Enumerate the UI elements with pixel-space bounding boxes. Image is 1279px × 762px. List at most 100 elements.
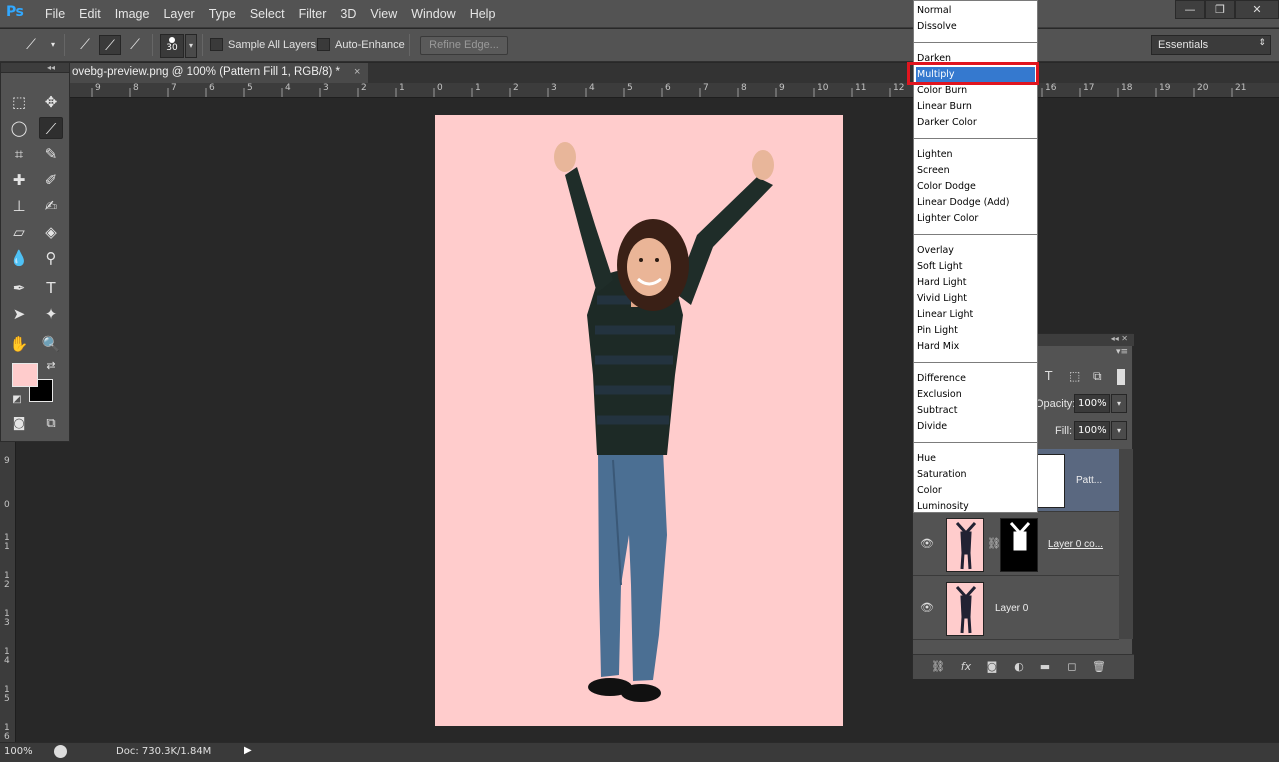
eyedropper-icon[interactable]: ✎ xyxy=(39,143,63,165)
close-tab-icon[interactable]: × xyxy=(354,66,360,83)
zoom-level[interactable]: 100% xyxy=(4,746,33,757)
blend-exclusion[interactable]: Exclusion xyxy=(916,387,1035,402)
blend-overlay[interactable]: Overlay xyxy=(916,243,1035,258)
menu-view[interactable]: View xyxy=(363,0,404,28)
crop-icon[interactable]: ⌗ xyxy=(7,143,31,165)
blend-lighten[interactable]: Lighten xyxy=(916,147,1035,162)
menu-help[interactable]: Help xyxy=(463,0,503,28)
sample-all-layers-checkbox[interactable]: Sample All Layers xyxy=(210,38,316,51)
checkbox-box[interactable] xyxy=(317,38,330,51)
blend-hard-mix[interactable]: Hard Mix xyxy=(916,339,1035,354)
zoom-icon[interactable]: 🔍 xyxy=(39,333,63,355)
swap-colors-icon[interactable]: ⇄ xyxy=(39,355,63,377)
hand-icon[interactable]: ✋ xyxy=(7,333,31,355)
rectangular-marquee-icon[interactable]: ⬚ xyxy=(7,91,31,113)
add-mask-icon[interactable]: ◙ xyxy=(984,660,1000,673)
blend-divide[interactable]: Divide xyxy=(916,419,1035,434)
foreground-color-swatch[interactable] xyxy=(12,363,38,387)
layer-row-layer-0-copy[interactable]: 👁 ⛓ Layer 0 co... xyxy=(913,513,1119,576)
visibility-eye-icon[interactable]: 👁 xyxy=(920,537,934,551)
checkbox-box[interactable] xyxy=(210,38,223,51)
blend-vivid-light[interactable]: Vivid Light xyxy=(916,291,1035,306)
screen-mode-icon[interactable]: ⧉ xyxy=(39,413,63,435)
fill-dropdown-button[interactable]: ▾ xyxy=(1111,421,1127,440)
new-layer-icon[interactable]: ◻ xyxy=(1064,660,1080,673)
layers-scrollbar[interactable] xyxy=(1119,449,1133,639)
menu-file[interactable]: File xyxy=(38,0,72,28)
blend-hard-light[interactable]: Hard Light xyxy=(916,275,1035,290)
preset-dropdown-icon[interactable]: ▾ xyxy=(42,35,64,55)
menu-type[interactable]: Type xyxy=(202,0,243,28)
blend-saturation[interactable]: Saturation xyxy=(916,467,1035,482)
close-window-button[interactable]: ✕ xyxy=(1235,0,1279,19)
brush-dropdown-button[interactable]: ▾ xyxy=(185,34,197,58)
dodge-icon[interactable]: ⚲ xyxy=(39,247,63,269)
blend-dissolve[interactable]: Dissolve xyxy=(916,19,1035,34)
blend-darker-color[interactable]: Darker Color xyxy=(916,115,1035,130)
menu-select[interactable]: Select xyxy=(243,0,292,28)
blend-lighter-color[interactable]: Lighter Color xyxy=(916,211,1035,226)
blend-screen[interactable]: Screen xyxy=(916,163,1035,178)
blend-color[interactable]: Color xyxy=(916,483,1035,498)
blend-pin-light[interactable]: Pin Light xyxy=(916,323,1035,338)
lasso-icon[interactable]: ◯ xyxy=(7,117,31,139)
menu-3d[interactable]: 3D xyxy=(333,0,363,28)
clone-stamp-icon[interactable]: ⊥ xyxy=(7,195,31,217)
tools-panel-header[interactable]: ◂◂ xyxy=(1,63,69,73)
filter-toggle-icon[interactable] xyxy=(1117,369,1125,385)
delete-layer-icon[interactable]: 🗑 xyxy=(1091,660,1107,673)
layer-mask-thumbnail[interactable] xyxy=(1000,518,1038,572)
blend-linear-dodge[interactable]: Linear Dodge (Add) xyxy=(916,195,1035,210)
restore-button[interactable]: ❐ xyxy=(1205,0,1235,19)
blend-subtract[interactable]: Subtract xyxy=(916,403,1035,418)
blend-color-dodge[interactable]: Color Dodge xyxy=(916,179,1035,194)
status-menu-arrow-icon[interactable]: ▶ xyxy=(244,745,252,756)
quick-selection-preset-icon[interactable]: ⟋ xyxy=(20,35,42,55)
blend-linear-burn[interactable]: Linear Burn xyxy=(916,99,1035,114)
refine-edge-button[interactable]: Refine Edge... xyxy=(420,36,508,55)
shape-layer-filter-icon[interactable]: ⬚ xyxy=(1069,369,1080,383)
new-group-icon[interactable]: ▬ xyxy=(1037,660,1053,673)
menu-edit[interactable]: Edit xyxy=(72,0,108,28)
move-tool-icon[interactable]: ✥ xyxy=(39,91,63,113)
eraser-icon[interactable]: ▱ xyxy=(7,221,31,243)
fill-field[interactable]: 100% xyxy=(1074,421,1110,440)
brush-size-picker[interactable]: 30 xyxy=(160,34,184,58)
document-tab[interactable]: ovebg-preview.png @ 100% (Pattern Fill 1… xyxy=(66,63,369,83)
status-info-icon[interactable] xyxy=(54,745,67,758)
visibility-eye-icon[interactable]: 👁 xyxy=(920,601,934,615)
path-selection-icon[interactable]: ➤ xyxy=(7,303,31,325)
blend-linear-light[interactable]: Linear Light xyxy=(916,307,1035,322)
opacity-dropdown-button[interactable]: ▾ xyxy=(1111,394,1127,413)
custom-shape-icon[interactable]: ✦ xyxy=(39,303,63,325)
healing-brush-icon[interactable]: ✚ xyxy=(7,169,31,191)
link-layers-icon[interactable]: ⛓ xyxy=(930,660,946,673)
new-selection-icon[interactable]: ⟋ xyxy=(74,35,96,55)
opacity-field[interactable]: 100% xyxy=(1074,394,1110,413)
menu-window[interactable]: Window xyxy=(404,0,462,28)
blend-hue[interactable]: Hue xyxy=(916,451,1035,466)
history-brush-icon[interactable]: ✍ xyxy=(39,195,63,217)
blend-difference[interactable]: Difference xyxy=(916,371,1035,386)
blend-soft-light[interactable]: Soft Light xyxy=(916,259,1035,274)
document-canvas[interactable] xyxy=(435,115,843,726)
workspace-select[interactable]: Essentials ⇕ xyxy=(1151,35,1271,55)
pen-icon[interactable]: ✒ xyxy=(7,277,31,299)
default-colors-icon[interactable]: ◩ xyxy=(5,389,29,411)
smart-object-filter-icon[interactable]: ⧉ xyxy=(1093,369,1102,384)
minimize-button[interactable]: — xyxy=(1175,0,1205,19)
menu-layer[interactable]: Layer xyxy=(156,0,201,28)
menu-filter[interactable]: Filter xyxy=(292,0,334,28)
blend-color-burn[interactable]: Color Burn xyxy=(916,83,1035,98)
subtract-from-selection-icon[interactable]: ⟋ xyxy=(124,35,146,55)
panel-menu-icon[interactable]: ▾≡ xyxy=(1116,347,1128,357)
brush-icon[interactable]: ✐ xyxy=(39,169,63,191)
blend-luminosity[interactable]: Luminosity xyxy=(916,499,1035,514)
blur-icon[interactable]: 💧 xyxy=(7,247,31,269)
auto-enhance-checkbox[interactable]: Auto-Enhance xyxy=(317,38,405,51)
type-tool-icon[interactable]: T xyxy=(39,277,63,299)
layer-row-layer-0[interactable]: 👁 Layer 0 xyxy=(913,577,1119,640)
type-layer-filter-icon[interactable]: T xyxy=(1045,369,1052,383)
adjustment-layer-icon[interactable]: ◐ xyxy=(1011,660,1027,673)
fx-icon[interactable]: fx xyxy=(958,660,974,673)
